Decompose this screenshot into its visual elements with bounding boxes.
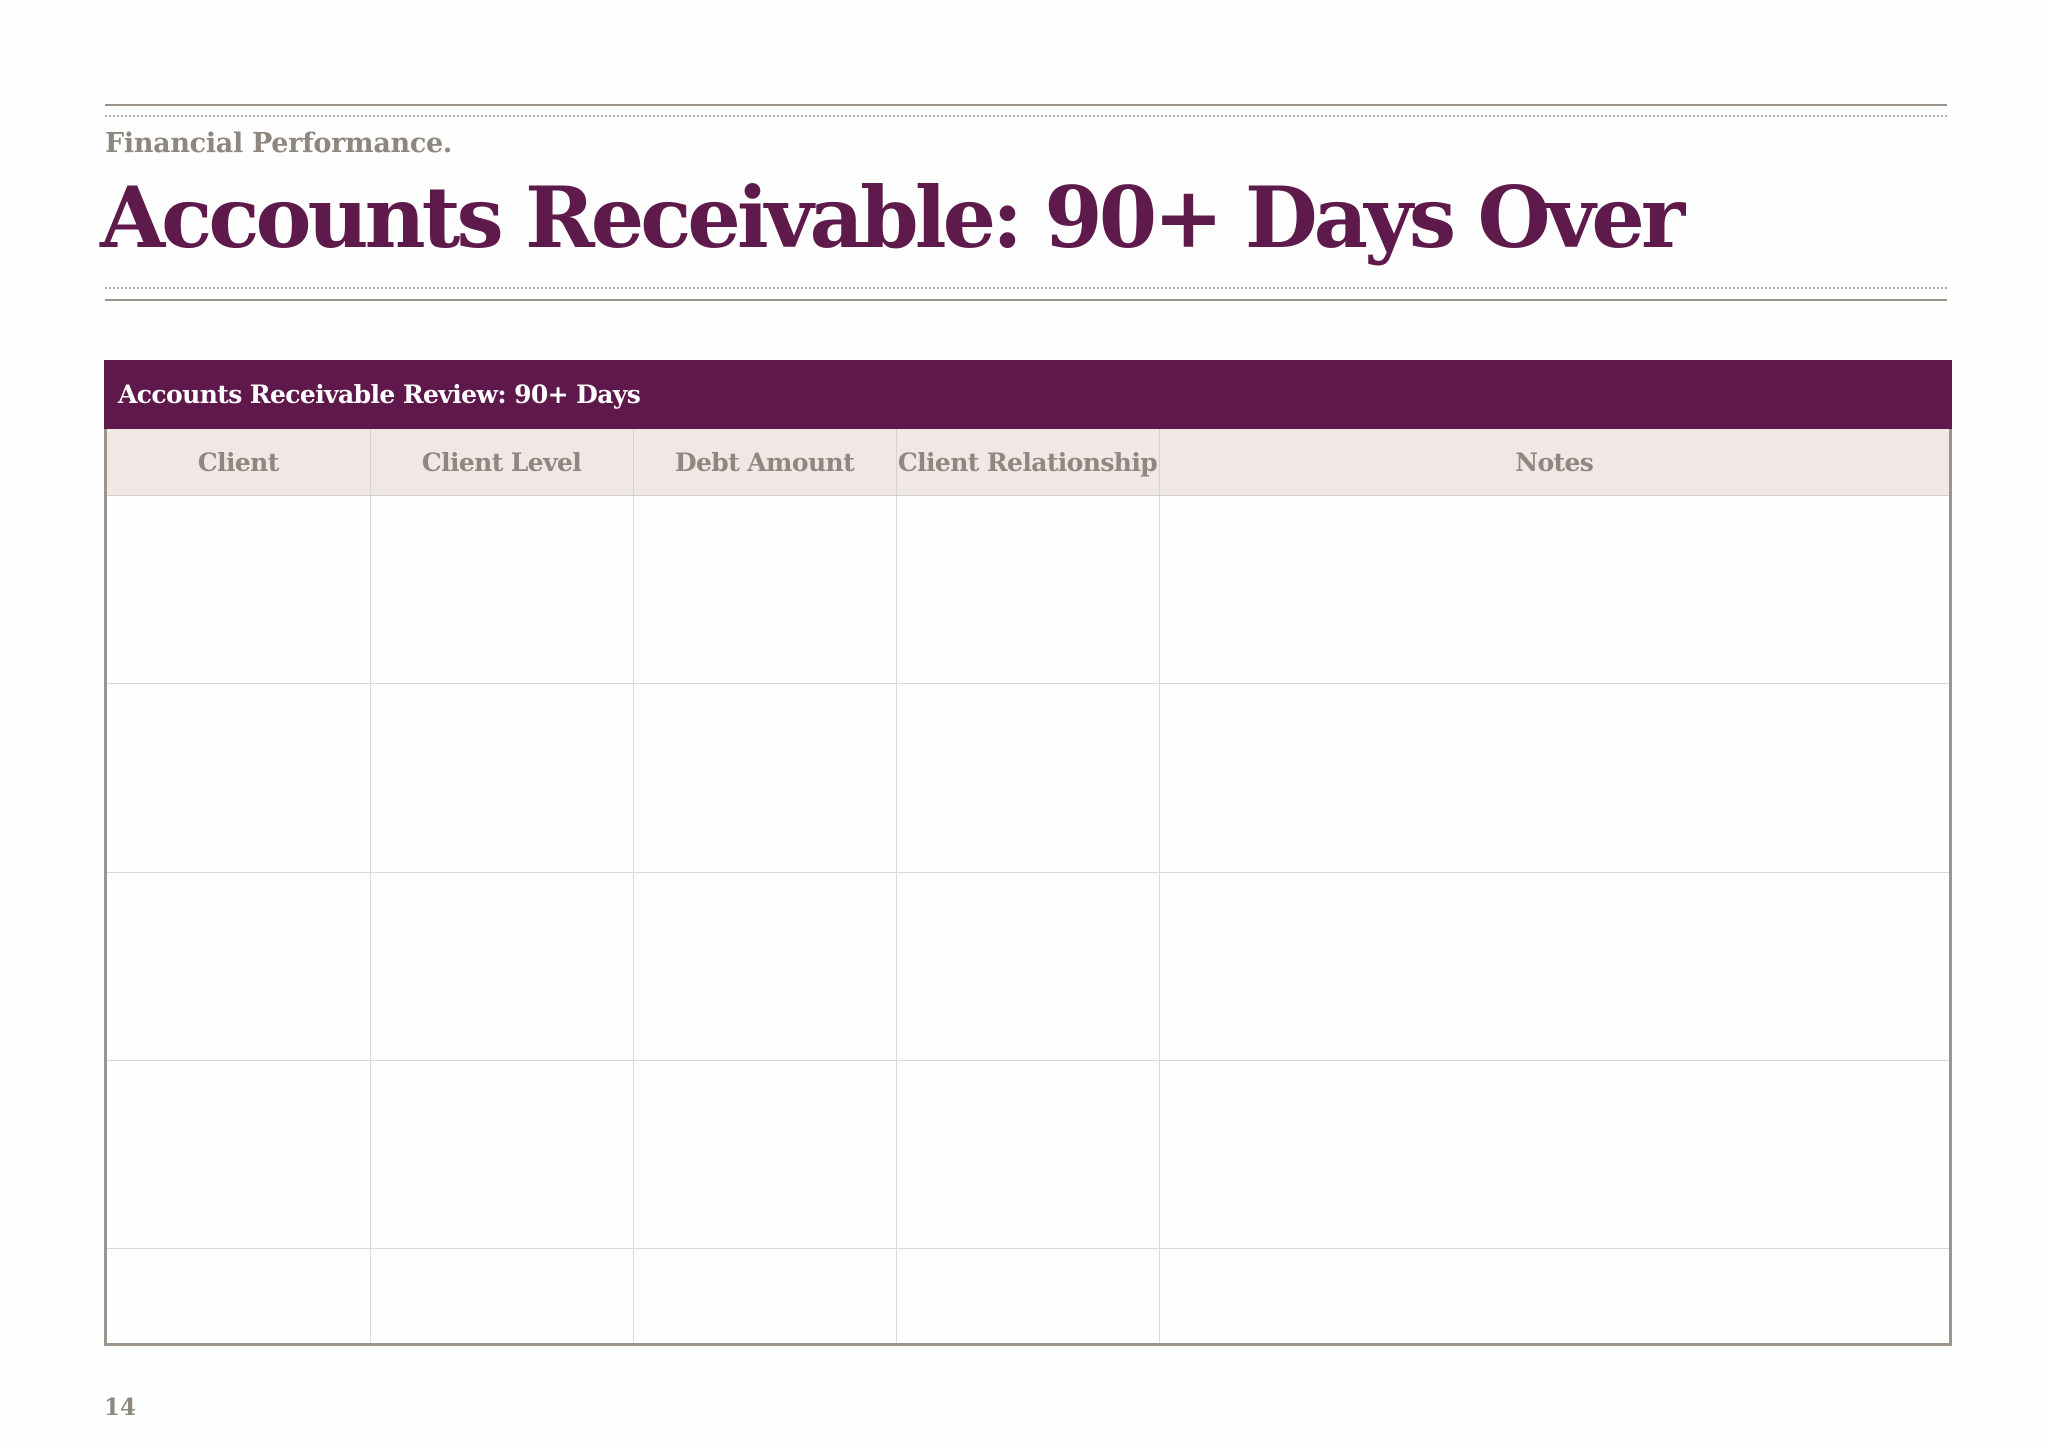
table-cell-notes[interactable] [1159, 1249, 1949, 1343]
table-cell-debt-amount[interactable] [633, 683, 897, 873]
bottom-rule-dotted [105, 287, 1947, 289]
page-title: Accounts Receivable: 90+ Days Over [100, 168, 1685, 267]
table-cell-client-level[interactable] [370, 1060, 634, 1250]
column-header-client: Client [107, 429, 371, 496]
table-row [107, 683, 1949, 873]
top-rule-solid [105, 104, 1947, 106]
table-cell-debt-amount[interactable] [633, 1248, 897, 1343]
table-cell-client-relationship[interactable] [896, 495, 1160, 685]
bottom-rule-solid [105, 299, 1947, 301]
section-eyebrow: Financial Performance. [105, 128, 452, 159]
table-cell-client[interactable] [107, 1060, 371, 1250]
page-number: 14 [104, 1394, 137, 1421]
table-cell-debt-amount[interactable] [633, 495, 897, 685]
receivables-table: Accounts Receivable Review: 90+ Days Cli… [104, 360, 1952, 1346]
table-cell-notes[interactable] [1159, 872, 1949, 1061]
table-cell-notes[interactable] [1159, 495, 1949, 685]
table-cell-client[interactable] [107, 1248, 371, 1343]
table-cell-debt-amount[interactable] [633, 872, 897, 1061]
table-cell-client-relationship[interactable] [896, 872, 1160, 1061]
column-header-client-relationship: Client Relationship [896, 429, 1160, 496]
document-page: Financial Performance. Accounts Receivab… [0, 0, 2048, 1448]
table-row [107, 495, 1949, 685]
table-row [107, 1248, 1949, 1343]
table-cell-notes[interactable] [1159, 683, 1949, 873]
table-cell-client-relationship[interactable] [896, 683, 1160, 873]
column-header-notes: Notes [1159, 429, 1949, 496]
column-header-debt-amount: Debt Amount [633, 429, 897, 496]
table-header-row: Client Client Level Debt Amount Client R… [107, 429, 1949, 496]
top-rule-dotted [105, 115, 1947, 117]
table-banner: Accounts Receivable Review: 90+ Days [104, 360, 1952, 429]
table-cell-client-level[interactable] [370, 1248, 634, 1343]
table-row [107, 1060, 1949, 1250]
receivables-grid: Client Client Level Debt Amount Client R… [107, 429, 1949, 1343]
table-row [107, 872, 1949, 1061]
table-cell-client-level[interactable] [370, 872, 634, 1061]
table-cell-client-level[interactable] [370, 495, 634, 685]
table-cell-client-relationship[interactable] [896, 1248, 1160, 1343]
column-header-client-level: Client Level [370, 429, 634, 496]
table-cell-client-level[interactable] [370, 683, 634, 873]
table-body: Client Client Level Debt Amount Client R… [104, 429, 1952, 1346]
table-cell-client[interactable] [107, 495, 371, 685]
table-cell-client-relationship[interactable] [896, 1060, 1160, 1250]
table-cell-client[interactable] [107, 683, 371, 873]
table-cell-notes[interactable] [1159, 1060, 1949, 1250]
table-cell-client[interactable] [107, 872, 371, 1061]
table-cell-debt-amount[interactable] [633, 1060, 897, 1250]
